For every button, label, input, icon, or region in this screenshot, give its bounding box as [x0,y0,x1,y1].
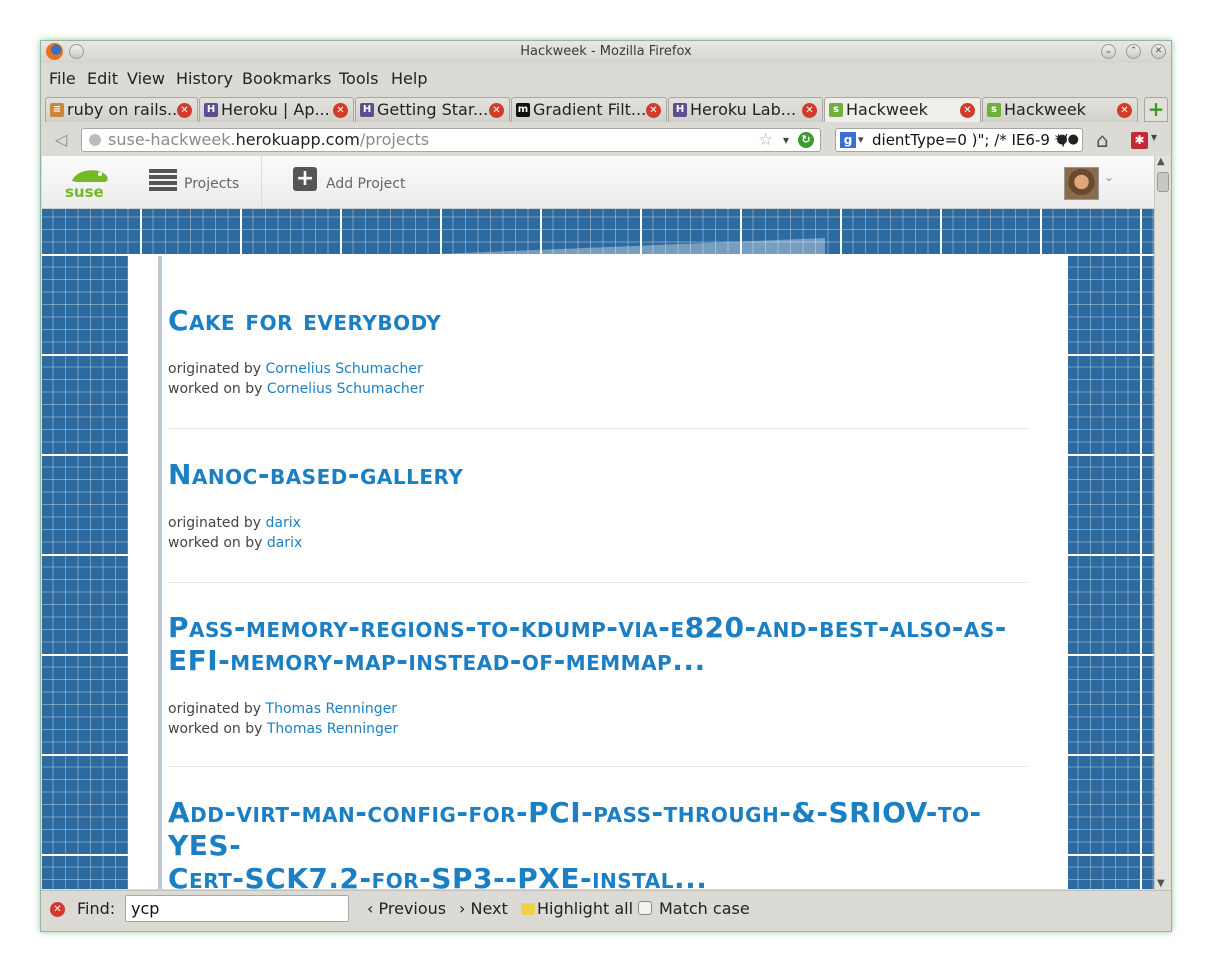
project-item: Add-virt-man-config-for-PCI-pass-through… [168,796,1028,889]
menu-view[interactable]: View [127,69,165,88]
tab-ruby-on-rails[interactable]: ≡ ruby on rails... ✕ [45,97,198,122]
search-input[interactable]: dientType=0 )"; /* IE6-9 */ [872,129,1067,151]
project-title[interactable]: Cake for everybody [168,304,1028,337]
project-title[interactable]: Nanoc-based-gallery [168,458,1028,491]
maximize-icon[interactable]: ⌃ [1126,44,1141,59]
vertical-scrollbar[interactable]: ▲ ▼ [1154,156,1170,889]
back-icon[interactable]: ◁ [49,128,73,152]
url-dropdown-icon[interactable]: ▾ [783,129,789,151]
close-findbar-icon[interactable]: ✕ [50,902,65,917]
tab-hackweek-active[interactable]: s Hackweek ✕ [824,97,981,122]
project-meta: originated by darix worked on by darix [168,515,303,551]
project-item: Cake for everybody originated by Corneli… [168,304,1028,429]
suse-logo-icon[interactable]: suse [62,165,112,199]
tab-hackweek[interactable]: s Hackweek ✕ [982,97,1138,122]
menu-bar: File Edit View History Bookmarks Tools H… [41,65,1171,91]
tab-gradient-filter[interactable]: m Gradient Filt... ✕ [511,97,667,122]
navigation-bar: ◁ suse-hackweek.herokuapp.com/projects ☆… [41,125,1171,155]
heroku-icon: H [204,103,218,117]
stackoverflow-icon: ≡ [50,103,64,117]
url-text[interactable]: suse-hackweek.herokuapp.com/projects [108,129,429,151]
new-tab-icon[interactable]: + [1144,97,1168,122]
originator-link[interactable]: darix [266,515,301,531]
close-window-icon[interactable]: ✕ [1151,44,1166,59]
menu-bookmarks[interactable]: Bookmarks [242,69,331,88]
minimize-icon[interactable]: ⌄ [1101,44,1116,59]
avatar-dropdown-icon[interactable]: ⌄ [1104,170,1114,184]
project-title[interactable]: Add-virt-man-config-for-PCI-pass-through… [168,796,1028,889]
menu-file[interactable]: File [49,69,76,88]
scroll-down-icon[interactable]: ▼ [1157,878,1165,889]
highlighter-icon [521,903,535,915]
find-bar: ✕ Find: ‹ Previous › Next Highlight all … [41,890,1171,931]
worker-link[interactable]: darix [267,535,302,551]
tab-getting-started[interactable]: H Getting Star... ✕ [355,97,510,122]
tab-heroku-ap[interactable]: H Heroku | Ap... ✕ [199,97,354,122]
originator-link[interactable]: Thomas Renninger [266,701,397,717]
menu-help[interactable]: Help [391,69,427,88]
tab-close-icon[interactable]: ✕ [489,103,504,118]
scroll-up-icon[interactable]: ▲ [1157,156,1165,167]
url-bar[interactable]: suse-hackweek.herokuapp.com/projects ☆ ▾… [81,128,821,152]
find-next-button[interactable]: › Next [459,899,508,918]
suse-icon: s [829,103,843,117]
scroll-thumb[interactable] [1157,172,1169,192]
site-header: suse Projects + Add Project ⌄ [42,156,1154,209]
tab-close-icon[interactable]: ✕ [1117,103,1132,118]
nav-divider [261,156,262,208]
title-bar: Hackweek - Mozilla Firefox ⌄ ⌃ ✕ [41,41,1171,63]
chevron-right-icon: › [459,899,471,918]
project-item: Pass-memory-regions-to-kdump-via-e820-an… [168,611,1028,767]
globe-icon [89,134,101,146]
worker-link[interactable]: Cornelius Schumacher [267,381,424,397]
project-meta: originated by Thomas Renninger worked on… [168,701,399,737]
binoculars-icon[interactable]: ●● [1056,129,1079,151]
firefox-window: Hackweek - Mozilla Firefox ⌄ ⌃ ✕ File Ed… [40,40,1172,932]
svg-text:suse: suse [65,183,104,199]
menu-tools[interactable]: Tools [339,69,378,88]
plus-icon: + [293,167,317,191]
tab-strip: ≡ ruby on rails... ✕ H Heroku | Ap... ✕ … [41,97,1171,123]
home-icon[interactable]: ⌂ [1096,128,1109,152]
avatar[interactable] [1064,167,1099,200]
match-case-checkbox[interactable] [638,901,652,915]
nav-projects-label: Projects [184,176,240,192]
list-icon [149,169,177,191]
window-title: Hackweek - Mozilla Firefox [520,44,692,59]
tab-heroku-labs[interactable]: H Heroku Lab... ✕ [668,97,823,122]
project-item: Nanoc-based-gallery originated by darix … [168,458,1028,583]
menu-history[interactable]: History [176,69,233,88]
reload-icon[interactable]: ↻ [798,132,814,148]
bookmark-star-icon[interactable]: ☆ [758,129,773,151]
heroku-icon: H [673,103,687,117]
highlight-all-button[interactable]: Highlight all [521,899,633,918]
google-icon[interactable]: g [840,132,856,148]
find-label: Find: [77,899,116,918]
search-engine-dropdown-icon[interactable]: ▾ [858,129,864,151]
project-meta: originated by Cornelius Schumacher worke… [168,361,425,397]
match-case-label[interactable]: Match case [659,899,750,918]
addon-dropdown-icon[interactable]: ▾ [1151,130,1157,144]
m-icon: m [516,103,530,117]
search-bar[interactable]: g ▾ dientType=0 )"; /* IE6-9 */ ●● [835,128,1083,152]
addon-icon[interactable]: ✱ [1131,132,1148,149]
tab-close-icon[interactable]: ✕ [177,103,192,118]
originator-link[interactable]: Cornelius Schumacher [266,361,423,377]
find-input[interactable] [125,895,349,922]
heroku-icon: H [360,103,374,117]
suse-icon: s [987,103,1001,117]
project-title[interactable]: Pass-memory-regions-to-kdump-via-e820-an… [168,611,1028,677]
chevron-left-icon: ‹ [367,899,379,918]
nav-add-project-label: Add Project [326,176,406,192]
tab-close-icon[interactable]: ✕ [646,103,661,118]
main-content: Cake for everybody originated by Corneli… [128,256,1068,889]
content-left-bar [158,256,162,889]
menu-edit[interactable]: Edit [87,69,118,88]
tab-close-icon[interactable]: ✕ [960,103,975,118]
find-previous-button[interactable]: ‹ Previous [367,899,446,918]
tab-close-icon[interactable]: ✕ [802,103,817,118]
tab-close-icon[interactable]: ✕ [333,103,348,118]
worker-link[interactable]: Thomas Renninger [267,721,398,737]
page-viewport: suse Projects + Add Project ⌄ Cake for e… [42,156,1154,889]
